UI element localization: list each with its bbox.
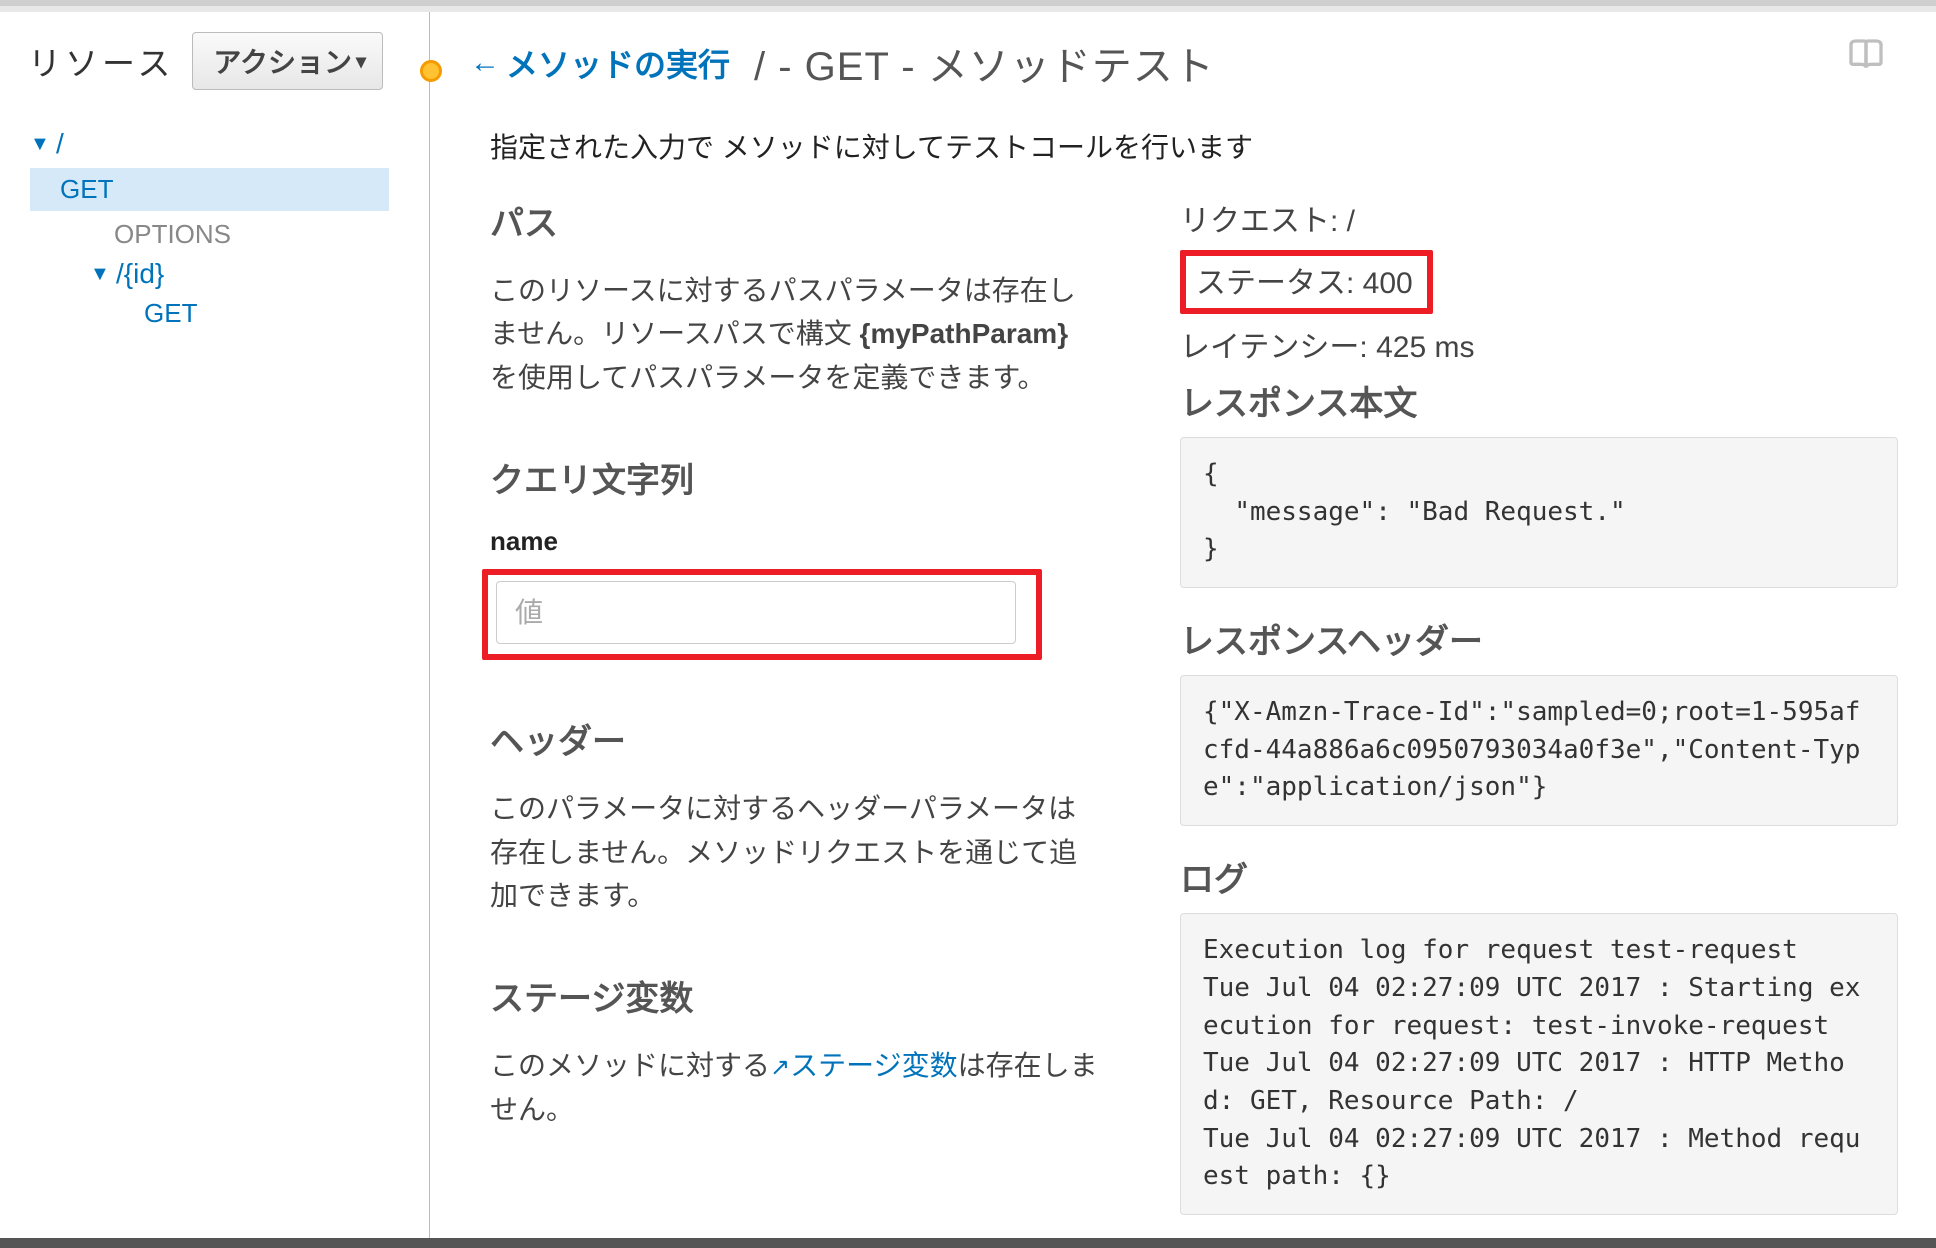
query-string-heading: クエリ文字列 [490,453,1100,502]
tree-root-options-row[interactable]: OPTIONS [30,215,429,254]
arrow-left-icon: ← [470,46,500,80]
stage-vars-description: このメソッドに対する↗ステージ変数は存在しません。 [490,1044,1100,1131]
path-heading: パス [490,196,1100,245]
tree-method-options: OPTIONS [114,219,231,250]
request-column: パス このリソースに対するパスパラメータは存在しません。リソースパスで構文 {m… [470,196,1100,1215]
resource-tree: ▼ / GET OPTIONS ▼ /{id} GET [0,108,429,333]
back-link-label: メソッドの実行 [506,40,730,86]
highlight-box: ステータス: 400 [1180,250,1433,314]
stage-vars-heading: ステージ変数 [490,971,1100,1020]
tree-id-label: /{id} [116,258,164,290]
tree-root[interactable]: ▼ / [30,124,429,164]
actions-label: アクション [213,41,352,81]
page-header: ← メソッドの実行 / - GET - メソッドテスト [470,34,1898,92]
main-panel: ← メソッドの実行 / - GET - メソッドテスト 指定された入力で メソッ… [430,12,1936,1248]
resources-sidebar: リソース アクション▾ ▼ / GET OPTIONS ▼ /{id} GET [0,12,430,1248]
response-body-heading: レスポンス本文 [1180,376,1898,425]
response-column: リクエスト: / ステータス: 400 レイテンシー: 425 ms レスポンス… [1180,196,1898,1215]
tree-toggle-icon[interactable]: ▼ [90,263,116,286]
chevron-down-icon: ▾ [356,49,366,74]
tree-toggle-icon[interactable]: ▼ [30,133,56,156]
actions-dropdown-button[interactable]: アクション▾ [192,32,383,90]
intro-text: 指定された入力で メソッドに対してテストコールを行います [490,126,1898,166]
latency-line: レイテンシー: 425 ms [1180,322,1898,366]
bottom-bar [0,1238,1936,1248]
external-link-icon: ↗ [770,1054,790,1081]
sidebar-title: リソース [28,37,174,85]
headers-heading: ヘッダー [490,714,1100,763]
status-line: ステータス: 400 [1196,258,1413,302]
log-block: Execution log for request test-request T… [1180,913,1898,1215]
tree-root-label: / [56,128,64,160]
highlight-box [482,569,1042,660]
response-headers-heading: レスポンスヘッダー [1180,614,1898,663]
response-headers-block: {"X-Amzn-Trace-Id":"sampled=0;root=1-595… [1180,675,1898,826]
tree-root-get-row[interactable]: GET [30,164,429,215]
tree-id-get-row[interactable]: GET [30,294,429,333]
tree-method-get: GET [30,168,389,211]
log-heading: ログ [1180,852,1898,901]
page-title: / - GET - メソッドテスト [754,34,1215,92]
request-line: リクエスト: / [1180,196,1898,240]
query-field-label: name [490,526,1100,557]
tree-method-get: GET [144,298,197,329]
response-body-block: { "message": "Bad Request." } [1180,437,1898,588]
documentation-icon[interactable] [1846,36,1886,81]
tree-id-row[interactable]: ▼ /{id} [30,254,429,294]
headers-description: このパラメータに対するヘッダーパラメータは存在しません。メソッドリクエストを通じ… [490,787,1100,917]
path-description: このリソースに対するパスパラメータは存在しません。リソースパスで構文 {myPa… [490,269,1100,399]
back-to-method-execution-link[interactable]: ← メソッドの実行 [470,40,730,86]
stage-variables-link[interactable]: ↗ステージ変数 [770,1050,958,1081]
query-name-input[interactable] [496,581,1016,644]
